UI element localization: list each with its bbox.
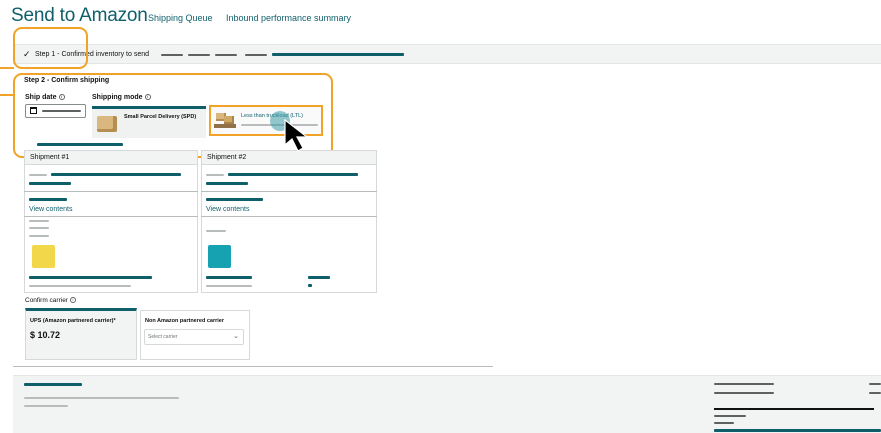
chevron-down-icon: ⌄: [233, 333, 239, 340]
placeholder-line: [228, 173, 358, 176]
placeholder-line: [215, 54, 237, 56]
placeholder-line: [308, 276, 330, 279]
placeholder-line: [29, 227, 49, 229]
placeholder-line: [308, 284, 312, 287]
divider: [201, 216, 377, 217]
callout-connector: [0, 67, 14, 69]
placeholder-line: [188, 54, 210, 56]
placeholder-line: [51, 173, 181, 176]
shipment-name: Shipment #1: [30, 154, 70, 161]
placeholder-line: [29, 235, 49, 237]
shipment-panel-2: [201, 150, 377, 293]
placeholder-line: [206, 285, 252, 287]
placeholder-line: [24, 397, 179, 399]
placeholder-line: [245, 54, 267, 56]
placeholder-line: [37, 143, 123, 146]
view-contents-link[interactable]: View contents: [206, 206, 249, 213]
view-contents-link[interactable]: View contents: [29, 206, 72, 213]
placeholder-line: [29, 285, 131, 287]
placeholder-line: [29, 198, 67, 201]
placeholder-line: [714, 383, 774, 385]
placeholder-line: [161, 54, 183, 56]
placeholder-line: [869, 383, 881, 385]
product-swatch: [208, 245, 231, 268]
shipping-queue-link[interactable]: Shipping Queue: [148, 13, 213, 23]
confirm-carrier-label: Confirm carrier i: [25, 297, 76, 304]
placeholder-line: [29, 276, 152, 279]
mouse-pointer-icon: [284, 118, 309, 152]
ups-price: $ 10.72: [30, 330, 61, 340]
placeholder-line: [714, 422, 734, 424]
shipment-panel-1: [24, 150, 198, 293]
callout-connector: [0, 94, 14, 96]
placeholder-line: [29, 220, 49, 222]
placeholder-line: [714, 392, 774, 394]
placeholder-line: [869, 392, 881, 394]
shipment-name: Shipment #2: [207, 154, 247, 161]
placeholder-line: [714, 429, 881, 432]
placeholder-line: [24, 405, 68, 407]
non-partnered-carrier-name: Non Amazon partnered carrier: [145, 318, 224, 324]
placeholder-line: [206, 230, 226, 232]
divider: [24, 216, 198, 217]
inbound-performance-link[interactable]: Inbound performance summary: [226, 13, 351, 23]
placeholder-line: [24, 383, 82, 386]
placeholder-line: [29, 174, 47, 176]
carrier-select[interactable]: Select carrier: [144, 329, 244, 345]
placeholder-line: [272, 53, 404, 56]
product-swatch: [32, 245, 55, 268]
placeholder-line: [206, 174, 224, 176]
ups-carrier-name: UPS (Amazon partnered carrier)*: [30, 318, 116, 324]
divider: [24, 191, 198, 192]
callout-step1: [13, 27, 88, 69]
placeholder-line: [714, 415, 746, 417]
placeholder-line: [29, 182, 71, 185]
placeholder-line: [206, 276, 252, 279]
divider: [13, 366, 493, 367]
placeholder-line: [206, 182, 248, 185]
placeholder-line: [206, 198, 263, 201]
page-title: Send to Amazon: [11, 5, 148, 26]
info-icon[interactable]: i: [69, 297, 76, 304]
placeholder-line: [714, 408, 874, 410]
divider: [201, 191, 377, 192]
